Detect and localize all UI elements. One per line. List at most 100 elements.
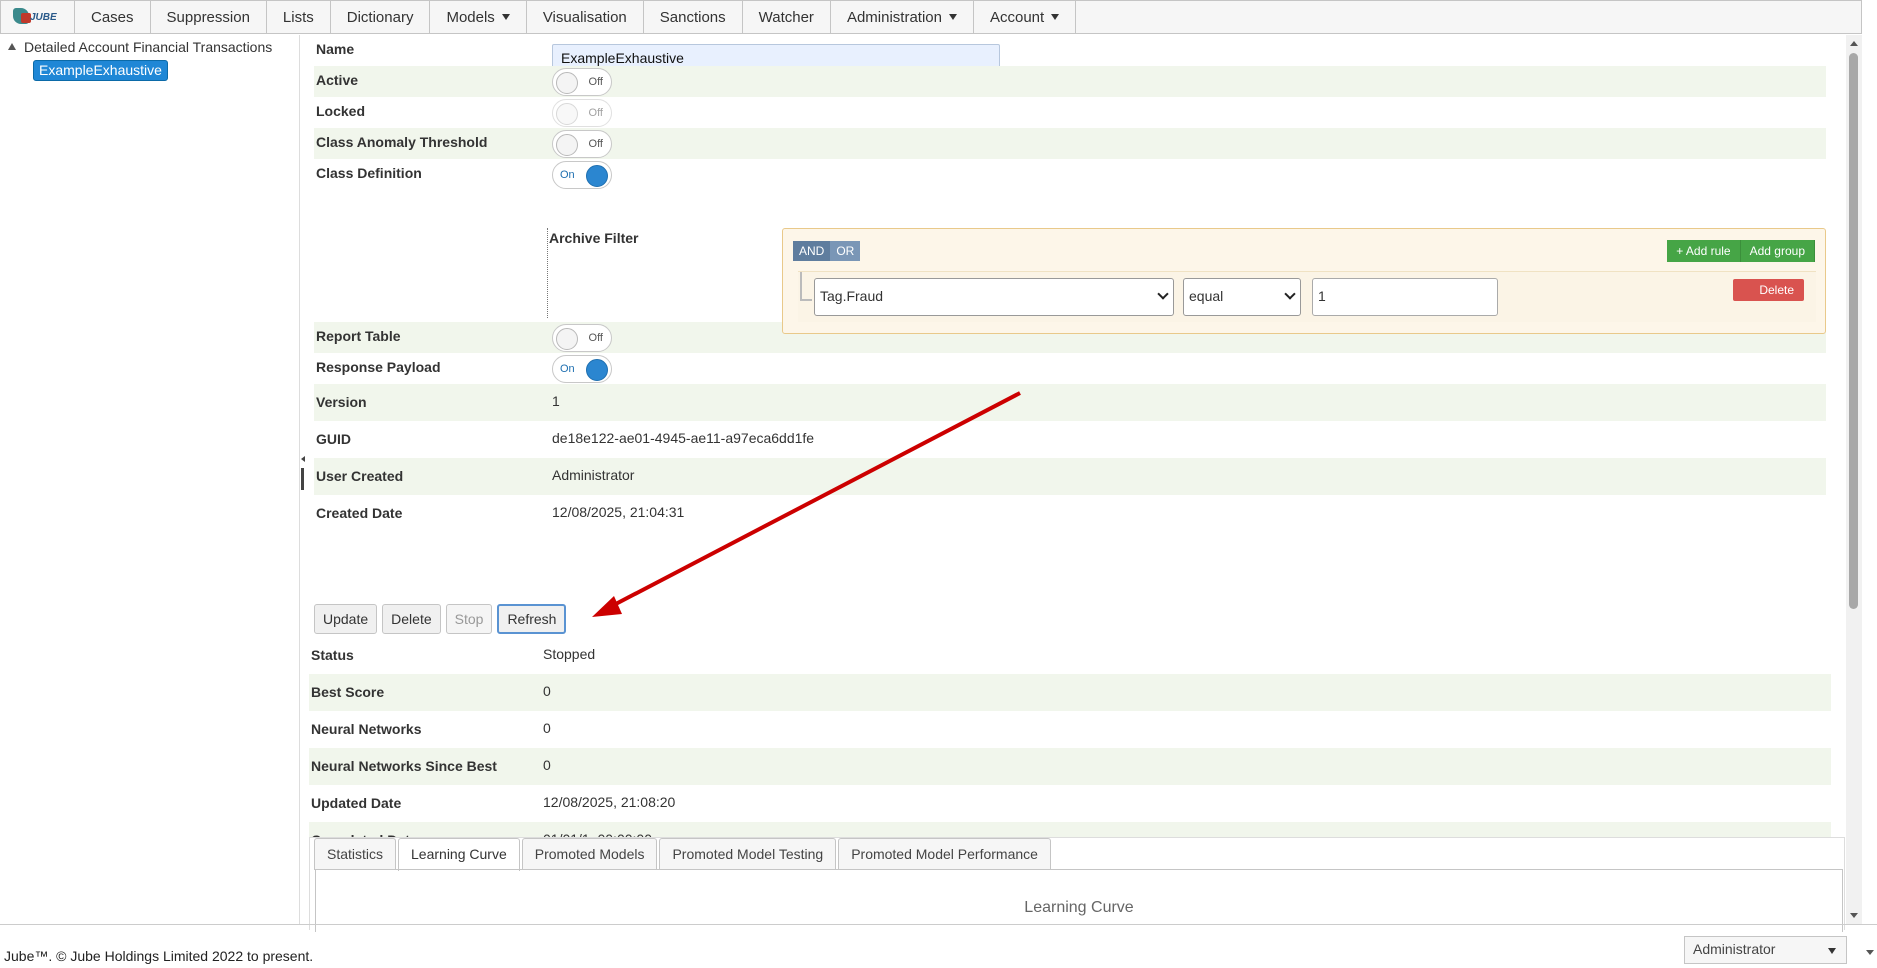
rule-field-select[interactable]: Tag.Fraud [814, 278, 1174, 316]
since-best-label: Neural Networks Since Best [311, 758, 497, 774]
rule-operator-select[interactable]: equal [1183, 278, 1301, 316]
active-toggle[interactable]: Off [552, 68, 612, 96]
query-rule: Tag.Fraud equal 1 Delete [798, 271, 1816, 322]
add-rule-button[interactable]: + Add rule [1667, 240, 1741, 262]
page-scroll-down-icon[interactable] [1866, 950, 1874, 955]
response-payload-toggle[interactable]: On [552, 355, 612, 383]
rule-value: 1 [1318, 288, 1326, 304]
menu-label: Visualisation [542, 9, 627, 26]
toggle-state: On [560, 363, 575, 375]
main-content: Name ExampleExhaustive Active Off Locked… [308, 35, 1846, 924]
guid-label: GUID [316, 431, 351, 447]
since-best-value: 0 [543, 757, 551, 773]
toggle-knob [556, 134, 578, 156]
form-row-response-payload: Response Payload On [314, 353, 1826, 384]
model-tree: Detailed Account Financial Transactions … [0, 35, 300, 924]
toggle-state: Off [588, 332, 603, 344]
delete-button[interactable]: Delete [382, 604, 441, 634]
neural-networks-value: 0 [543, 720, 551, 736]
stop-button[interactable]: Stop [445, 604, 493, 634]
logo-text: JUBE [30, 12, 57, 23]
splitter-handle[interactable] [301, 468, 304, 490]
status-value: Stopped [543, 646, 596, 662]
collapse-arrow-icon[interactable] [301, 456, 305, 462]
toggle-knob [586, 165, 608, 187]
tree-node-parent[interactable]: Detailed Account Financial Transactions [8, 39, 272, 55]
caret-down-icon [1051, 14, 1060, 20]
user-created-value: Administrator [552, 467, 635, 483]
menu-label: Account [989, 9, 1045, 26]
menu-sanctions[interactable]: Sanctions [644, 1, 743, 33]
since-best-row: Neural Networks Since Best 0 [309, 748, 1831, 785]
class-anomaly-toggle[interactable]: Off [552, 130, 612, 158]
menu-models[interactable]: Models [430, 1, 527, 33]
menu-suppression[interactable]: Suppression [151, 1, 267, 33]
tab-learning-curve[interactable]: Learning Curve [398, 838, 520, 871]
guid-value: de18e122-ae01-4945-ae11-a97eca6dd1fe [552, 430, 815, 446]
report-table-toggle[interactable]: Off [552, 324, 612, 352]
menu-label: Cases [91, 9, 134, 26]
menu-visualisation[interactable]: Visualisation [527, 1, 644, 33]
menu-label: Administration [846, 9, 942, 26]
best-score-value: 0 [543, 683, 551, 699]
version-label: Version [316, 394, 367, 410]
menu-cases[interactable]: Cases [75, 1, 151, 33]
panel-splitter[interactable] [301, 456, 305, 490]
class-definition-toggle[interactable]: On [552, 161, 612, 189]
rule-value-input[interactable]: 1 [1312, 278, 1498, 316]
form-row-class-anomaly: Class Anomaly Threshold Off [314, 128, 1826, 159]
caret-down-icon [501, 14, 510, 20]
update-button[interactable]: Update [314, 604, 378, 634]
results-tabs: Statistics Learning Curve Promoted Model… [309, 837, 1845, 932]
menu-label: Models [446, 9, 495, 26]
delete-rule-button[interactable]: Delete [1733, 279, 1804, 301]
status-label: Status [311, 647, 354, 663]
name-label: Name [316, 41, 355, 57]
tab-statistics[interactable]: Statistics [314, 838, 397, 870]
tab-panel: Learning Curve [315, 869, 1843, 932]
add-controls: + Add rule Add group [1667, 240, 1815, 262]
version-value: 1 [552, 393, 560, 409]
tab-promoted-model-performance[interactable]: Promoted Model Performance [838, 838, 1051, 870]
menu-administration[interactable]: Administration [831, 1, 974, 33]
rule-field-value: Tag.Fraud [820, 288, 884, 304]
tree-parent-label: Detailed Account Financial Transactions [24, 39, 273, 55]
response-payload-label: Response Payload [316, 359, 441, 375]
locked-toggle[interactable]: Off [552, 99, 612, 127]
menu-account[interactable]: Account [974, 1, 1077, 33]
caret-down-icon [948, 14, 957, 20]
refresh-button[interactable]: Refresh [497, 604, 567, 634]
vertical-scrollbar[interactable] [1846, 35, 1862, 924]
rule-connector [800, 272, 812, 301]
scroll-thumb[interactable] [1849, 53, 1858, 609]
toggle-state: On [560, 169, 575, 181]
menu-watcher[interactable]: Watcher [743, 1, 831, 33]
toggle-state: Off [588, 138, 603, 150]
updated-date-label: Updated Date [311, 795, 402, 811]
menu-label: Watcher [758, 9, 814, 26]
and-button[interactable]: AND [793, 241, 831, 261]
neural-networks-label: Neural Networks [311, 721, 422, 737]
class-definition-label: Class Definition [316, 165, 422, 181]
chevron-down-icon [1284, 288, 1296, 300]
menu-lists[interactable]: Lists [267, 1, 331, 33]
scroll-up-icon[interactable] [1850, 41, 1858, 46]
add-group-button[interactable]: Add group [1740, 240, 1815, 262]
menu-dictionary[interactable]: Dictionary [331, 1, 431, 33]
expand-triangle-icon[interactable] [8, 43, 16, 50]
tree-node-selected[interactable]: ExampleExhaustive [33, 60, 168, 81]
toggle-knob [556, 72, 578, 94]
updated-date-value: 12/08/2025, 21:08:20 [543, 794, 676, 810]
tab-bar: Statistics Learning Curve Promoted Model… [314, 838, 1051, 871]
jube-logo[interactable]: JUBE [1, 1, 75, 33]
user-select-value: Administrator [1693, 941, 1776, 957]
or-button[interactable]: OR [830, 241, 861, 261]
best-score-row: Best Score 0 [309, 674, 1831, 711]
active-label: Active [316, 72, 359, 88]
tab-promoted-models[interactable]: Promoted Models [521, 838, 658, 870]
archive-filter-divider [547, 228, 548, 318]
user-select[interactable]: Administrator [1684, 936, 1847, 964]
updated-date-row: Updated Date 12/08/2025, 21:08:20 [309, 785, 1831, 822]
tab-promoted-model-testing[interactable]: Promoted Model Testing [659, 838, 837, 870]
scroll-down-icon[interactable] [1850, 913, 1858, 918]
